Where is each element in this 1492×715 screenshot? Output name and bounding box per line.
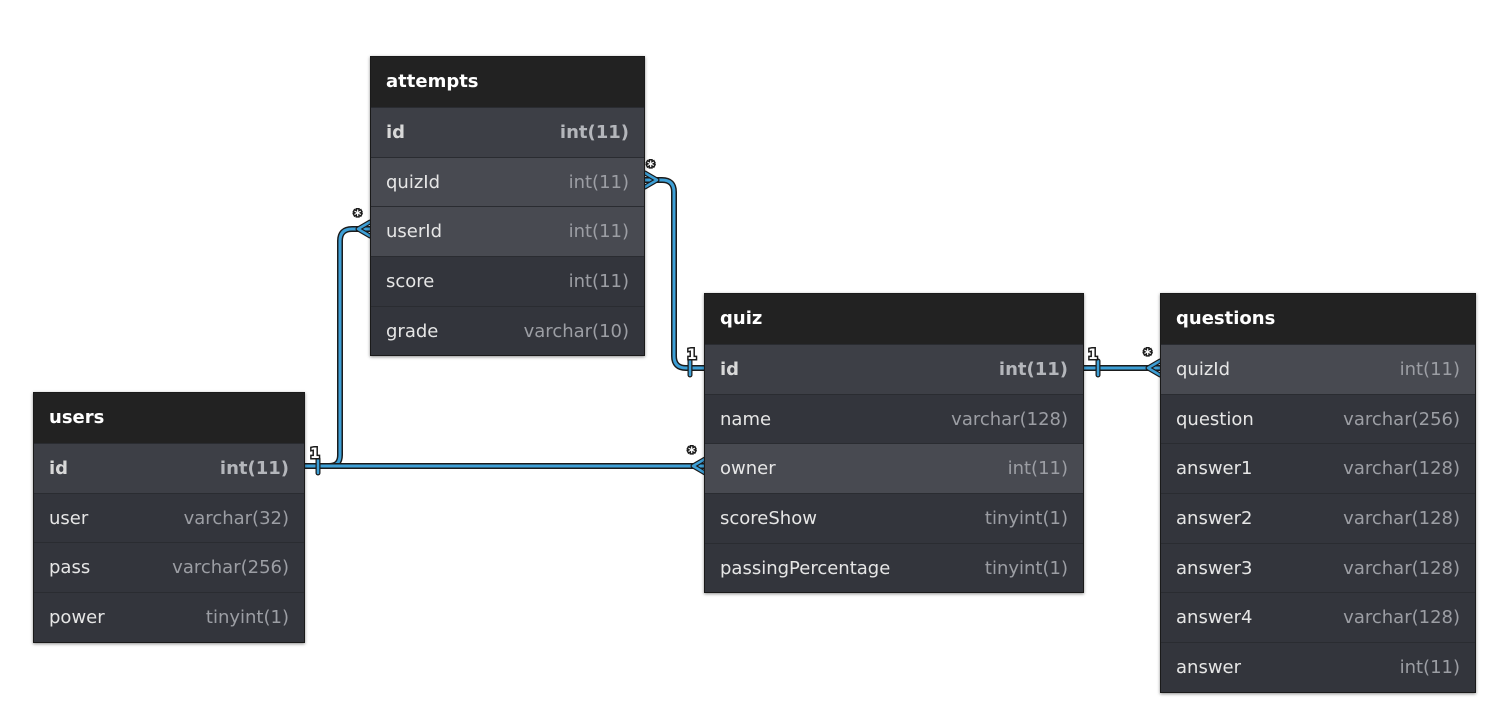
- column-name: question: [1176, 408, 1254, 430]
- column-type: tinyint(1): [984, 557, 1068, 579]
- column-row[interactable]: power tinyint(1): [34, 592, 304, 642]
- column-name: pass: [49, 557, 91, 579]
- column-name: name: [720, 408, 772, 430]
- column-type: varchar(10): [523, 320, 629, 342]
- column-row[interactable]: id int(11): [705, 344, 1083, 394]
- column-type: int(11): [219, 457, 289, 479]
- column-row[interactable]: pass varchar(256): [34, 542, 304, 592]
- table-users[interactable]: users id int(11) user varchar(32) pass v…: [33, 392, 305, 643]
- column-row[interactable]: passingPercentage tinyint(1): [705, 542, 1083, 593]
- column-name: id: [49, 457, 69, 479]
- column-row[interactable]: scoreShow tinyint(1): [705, 493, 1083, 543]
- column-name: userId: [386, 221, 442, 243]
- column-row[interactable]: user varchar(32): [34, 492, 304, 543]
- column-type: int(11): [568, 221, 629, 243]
- table-title: quiz: [705, 294, 1083, 344]
- column-row[interactable]: id int(11): [371, 107, 644, 157]
- column-name: quizId: [386, 171, 441, 193]
- column-row[interactable]: answer2 varchar(128): [1161, 493, 1475, 543]
- cardinality-quiz-owner: *: [688, 445, 696, 461]
- column-row[interactable]: score int(11): [371, 256, 644, 306]
- column-row[interactable]: answer1 varchar(128): [1161, 443, 1475, 493]
- column-row[interactable]: userId int(11): [371, 206, 644, 257]
- column-type: varchar(256): [172, 557, 289, 579]
- column-type: varchar(128): [1343, 607, 1460, 629]
- column-name: owner: [720, 458, 776, 480]
- column-row[interactable]: answer4 varchar(128): [1161, 592, 1475, 642]
- column-row[interactable]: owner int(11): [705, 443, 1083, 494]
- column-type: int(11): [1399, 358, 1460, 380]
- column-name: answer3: [1176, 557, 1253, 579]
- column-row[interactable]: quizId int(11): [1161, 344, 1475, 394]
- column-type: int(11): [568, 171, 629, 193]
- column-name: scoreShow: [720, 507, 817, 529]
- column-name: score: [386, 270, 435, 292]
- column-type: int(11): [1007, 458, 1068, 480]
- column-name: user: [49, 507, 89, 529]
- column-type: int(11): [559, 121, 629, 143]
- column-row[interactable]: question varchar(256): [1161, 393, 1475, 444]
- column-row[interactable]: id int(11): [34, 443, 304, 493]
- table-attempts[interactable]: attempts id int(11) quizId int(11) userI…: [370, 56, 645, 357]
- column-type: varchar(256): [1343, 408, 1460, 430]
- column-type: tinyint(1): [984, 507, 1068, 529]
- column-type: varchar(128): [1343, 557, 1460, 579]
- column-name: answer1: [1176, 458, 1253, 480]
- column-name: quizId: [1176, 358, 1231, 380]
- column-type: int(11): [568, 270, 629, 292]
- column-name: answer2: [1176, 507, 1253, 529]
- table-questions[interactable]: questions quizId int(11) question varcha…: [1160, 293, 1476, 693]
- cardinality-questions-quizId: *: [1144, 347, 1152, 363]
- cardinality-attempts-quizId: *: [647, 159, 655, 175]
- column-name: passingPercentage: [720, 557, 891, 579]
- column-name: id: [386, 121, 406, 143]
- table-title: users: [34, 393, 304, 443]
- connector-attempts-users: [302, 226, 373, 469]
- column-row[interactable]: name varchar(128): [705, 393, 1083, 444]
- column-name: grade: [386, 320, 439, 342]
- column-type: varchar(128): [951, 408, 1068, 430]
- column-type: varchar(32): [183, 507, 289, 529]
- column-type: int(11): [1399, 656, 1460, 678]
- cardinality-attempts-userId: *: [354, 208, 362, 224]
- table-title: questions: [1161, 294, 1475, 344]
- column-type: varchar(128): [1343, 458, 1460, 480]
- column-row[interactable]: quizId int(11): [371, 156, 644, 207]
- column-name: answer4: [1176, 607, 1253, 629]
- column-type: tinyint(1): [205, 606, 289, 628]
- table-quiz[interactable]: quiz id int(11) name varchar(128) owner …: [704, 293, 1084, 594]
- column-row[interactable]: grade varchar(10): [371, 305, 644, 356]
- table-title: attempts: [371, 57, 644, 107]
- column-name: answer: [1176, 656, 1242, 678]
- column-type: varchar(128): [1343, 507, 1460, 529]
- column-type: int(11): [998, 358, 1068, 380]
- cardinality-quiz-id-attempts: 1: [687, 347, 697, 363]
- cardinality-users-id: 1: [310, 446, 320, 462]
- column-name: id: [720, 358, 740, 380]
- cardinality-quiz-id-questions: 1: [1088, 347, 1098, 363]
- column-row[interactable]: answer int(11): [1161, 642, 1475, 692]
- column-name: power: [49, 606, 105, 628]
- column-row[interactable]: answer3 varchar(128): [1161, 542, 1475, 593]
